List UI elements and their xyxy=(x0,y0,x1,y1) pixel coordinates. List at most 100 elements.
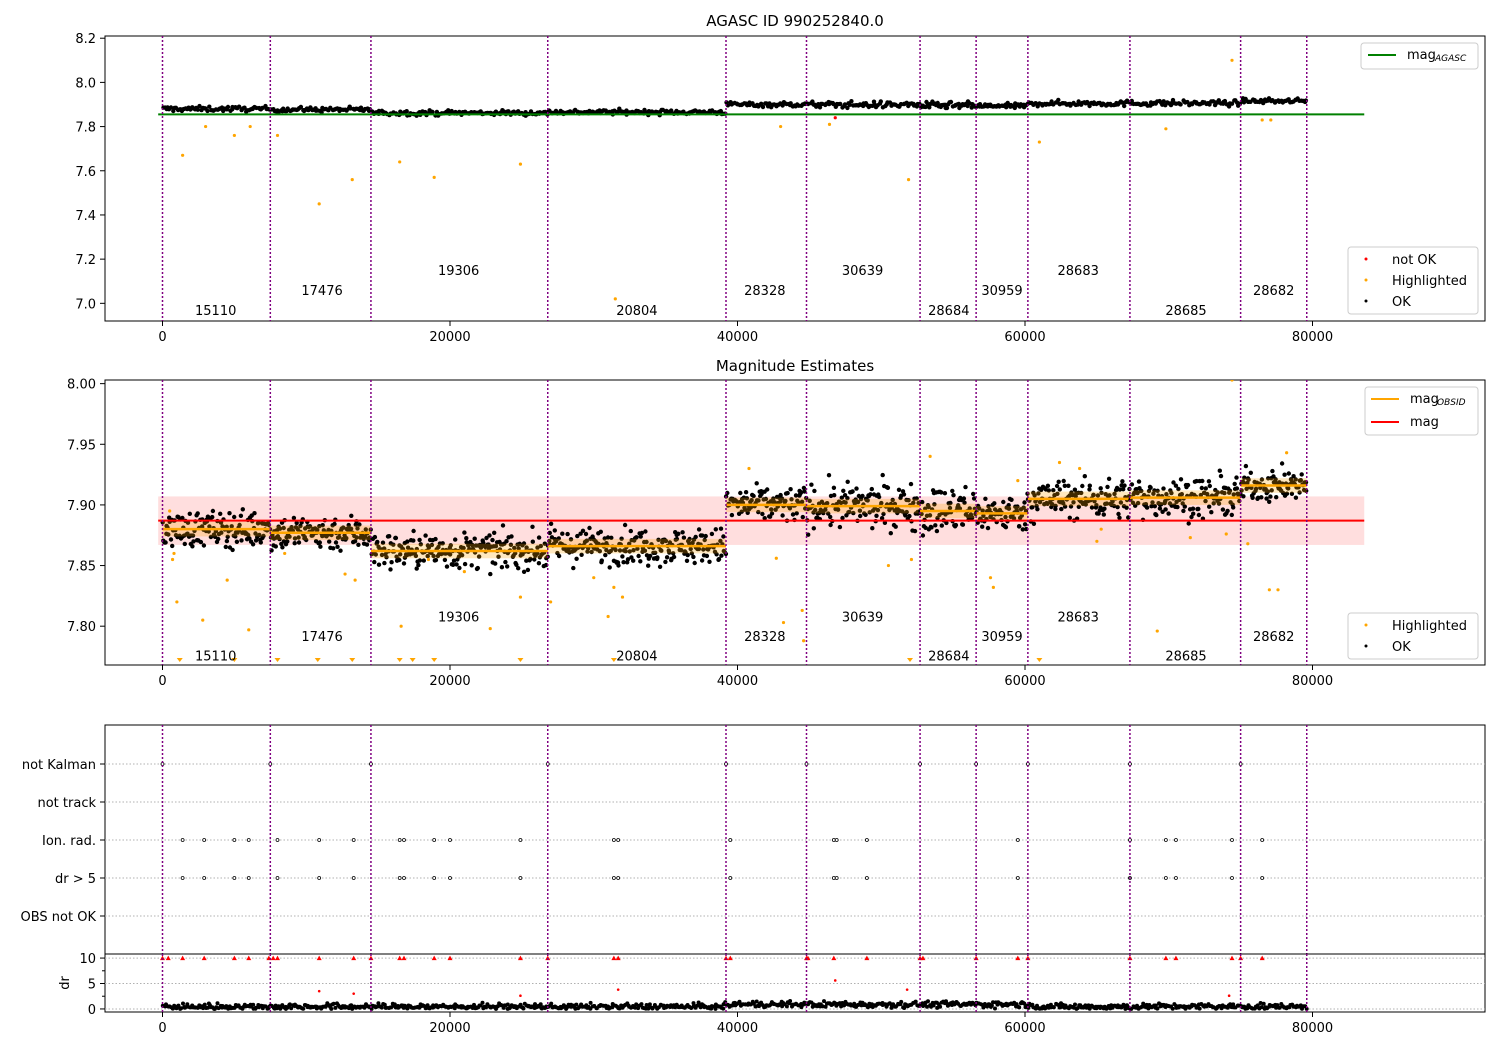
highlighted-point xyxy=(1095,539,1099,543)
flag-point xyxy=(402,838,406,842)
ok-point xyxy=(1200,478,1205,484)
dr-outlier-point xyxy=(833,979,837,982)
ok-point xyxy=(1120,479,1125,484)
agasc-legend-top: mag AGASC xyxy=(1360,42,1479,70)
highlighted-point xyxy=(317,202,321,206)
ok-point xyxy=(411,528,416,534)
ok-point xyxy=(1267,499,1272,504)
dr-outlier-point xyxy=(616,988,620,991)
ok-point xyxy=(1225,508,1230,514)
obsid-label: 28684 xyxy=(928,304,969,319)
ok-point xyxy=(634,535,639,540)
highlighted-point xyxy=(620,595,625,599)
ok-point xyxy=(503,559,508,565)
highlighted-point xyxy=(747,466,751,471)
x-tick-label: 20000 xyxy=(429,1021,470,1036)
highlighted-point xyxy=(488,627,492,631)
highlighted-point xyxy=(991,585,995,589)
dr-panel: dr 0 20000 40000 60000 80000 0 5 10 xyxy=(58,952,1486,1036)
ok-point xyxy=(232,514,237,520)
highlighted-point xyxy=(518,162,523,166)
x-tick-label: 80000 xyxy=(1292,330,1333,345)
ok-point xyxy=(1080,483,1085,489)
dr-clipped-marker xyxy=(1163,955,1169,961)
ok-point xyxy=(1001,499,1006,505)
highlighted-point xyxy=(1230,58,1234,62)
dr-clipped-marker xyxy=(351,955,357,961)
flag-point xyxy=(351,838,356,842)
highlighted-point xyxy=(781,620,786,625)
highlighted-point xyxy=(613,297,617,301)
ok-point xyxy=(812,488,817,494)
ok-point xyxy=(333,540,339,545)
ok-point xyxy=(335,544,340,549)
ok-point xyxy=(393,535,399,541)
flag-point xyxy=(448,876,452,880)
ok-point xyxy=(464,536,469,541)
obsid-label: 28683 xyxy=(1058,264,1099,279)
ok-point xyxy=(1229,512,1235,518)
ok-point xyxy=(1209,510,1214,515)
ok-point xyxy=(1144,505,1150,510)
ok-point xyxy=(387,534,392,539)
flag-category-label: not Kalman xyxy=(22,758,96,773)
ok-point xyxy=(560,531,565,536)
ok-point xyxy=(218,511,223,516)
ok-point xyxy=(684,558,690,563)
highlighted-point xyxy=(1285,451,1289,455)
ok-point xyxy=(182,541,187,547)
y-tick-label: 0 xyxy=(88,1003,96,1018)
ok-point xyxy=(530,539,535,544)
ok-point xyxy=(1220,507,1226,512)
ok-point xyxy=(163,540,168,545)
flag-category-label: OBS not OK xyxy=(21,910,97,925)
lower-limit-marker xyxy=(1036,658,1043,662)
ok-point xyxy=(1218,473,1224,479)
ok-point xyxy=(556,553,562,559)
ok-point xyxy=(1066,483,1071,488)
x-tick-label: 0 xyxy=(158,1021,166,1036)
agasc-legend-label: mag xyxy=(1407,48,1436,63)
flag-point xyxy=(518,876,523,880)
flag-point xyxy=(834,876,839,880)
obsid-label: 28685 xyxy=(1165,304,1206,319)
y-tick-label: 5 xyxy=(88,978,96,993)
highlighted-point xyxy=(172,551,176,556)
ok-point xyxy=(433,557,439,563)
flag-point xyxy=(834,838,839,842)
estimates-title: Magnitude Estimates xyxy=(716,357,874,375)
obsid-label: 15110 xyxy=(195,649,236,664)
legend-mag-label: mag xyxy=(1410,415,1439,430)
flag-point xyxy=(616,876,621,880)
highlighted-point xyxy=(201,618,205,622)
ok-point xyxy=(1299,472,1304,477)
legend-ok-label: OK xyxy=(1392,295,1411,310)
highlighted-point xyxy=(175,600,179,604)
lower-limit-marker xyxy=(517,658,524,662)
highlighted-point xyxy=(343,572,347,576)
ok-point xyxy=(828,514,833,520)
highlighted-point xyxy=(275,133,280,138)
obsid-label: 15110 xyxy=(195,304,236,319)
flag-point xyxy=(616,838,621,842)
flag-point xyxy=(1163,838,1168,842)
ok-point xyxy=(1274,495,1279,500)
ok-point xyxy=(754,481,759,486)
ok-point xyxy=(1116,511,1121,517)
ok-point xyxy=(985,525,991,531)
flag-point xyxy=(518,838,523,842)
ok-point xyxy=(738,490,743,496)
ok-point xyxy=(874,513,879,518)
ok-point xyxy=(574,556,579,561)
ok-point xyxy=(854,486,859,491)
dr-outlier-point xyxy=(352,992,355,995)
ok-point xyxy=(628,528,633,534)
ok-point xyxy=(505,564,510,569)
highlighted-point xyxy=(1099,527,1103,531)
ok-point xyxy=(190,544,195,549)
ok-point xyxy=(1102,506,1107,511)
ok-point xyxy=(1136,479,1142,484)
flag-point xyxy=(202,876,207,880)
ok-point xyxy=(992,501,997,506)
flag-point xyxy=(432,838,437,842)
